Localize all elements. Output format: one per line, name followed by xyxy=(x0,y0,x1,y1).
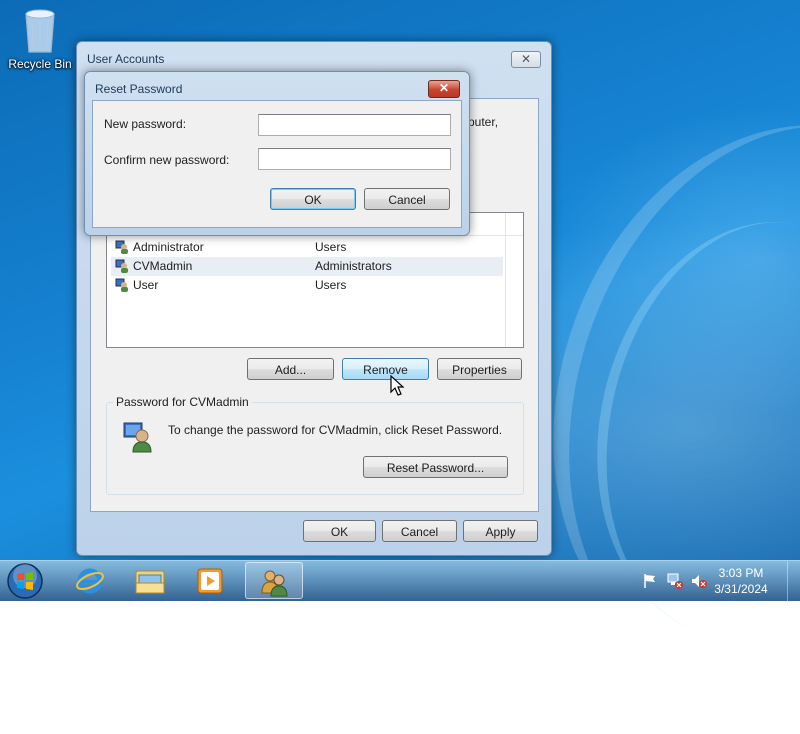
close-button[interactable]: ✕ xyxy=(511,51,541,68)
reset-password-button[interactable]: Reset Password... xyxy=(363,456,508,478)
windows-explorer-icon xyxy=(135,570,165,594)
close-button[interactable]: ✕ xyxy=(428,80,460,98)
table-row[interactable]: Administrator Users xyxy=(111,238,503,257)
confirm-password-field[interactable] xyxy=(258,148,451,170)
user-name: User xyxy=(133,278,159,292)
apply-button[interactable]: Apply xyxy=(463,520,538,542)
dialog-title: Reset Password xyxy=(95,82,183,96)
new-password-label: New password: xyxy=(104,117,187,131)
user-accounts-icon xyxy=(261,570,288,597)
recycle-bin[interactable]: Recycle Bin xyxy=(6,6,74,71)
cancel-button[interactable]: Cancel xyxy=(364,188,450,210)
remove-button[interactable]: Remove xyxy=(342,358,429,380)
clock-date: 3/31/2024 xyxy=(714,582,768,596)
taskbar-user-accounts[interactable] xyxy=(245,562,303,599)
recycle-bin-icon xyxy=(25,9,55,53)
password-group: Password for CVMadmin To change the pass… xyxy=(106,395,524,495)
user-group: Users xyxy=(315,278,347,292)
new-password-field[interactable] xyxy=(258,114,451,136)
partial-description: puter, xyxy=(468,115,499,129)
mouse-cursor-icon xyxy=(390,375,405,396)
user-icon xyxy=(115,259,128,273)
user-icon xyxy=(115,278,128,292)
start-orb[interactable] xyxy=(6,562,44,600)
properties-button[interactable]: Properties xyxy=(437,358,522,380)
close-icon: ✕ xyxy=(438,81,450,95)
internet-explorer-icon xyxy=(76,568,104,594)
network-disconnected-icon[interactable] xyxy=(666,572,684,590)
password-group-label: Password for CVMadmin xyxy=(113,395,252,409)
taskbar-internet-explorer[interactable] xyxy=(61,562,119,599)
clock-time: 3:03 PM xyxy=(718,566,764,580)
ok-button[interactable]: OK xyxy=(270,188,356,210)
taskbar-windows-explorer[interactable] xyxy=(121,562,179,599)
cancel-button[interactable]: Cancel xyxy=(382,520,457,542)
user-icon xyxy=(123,422,152,453)
table-row[interactable]: CVMadmin Administrators xyxy=(111,257,503,276)
show-desktop-button[interactable] xyxy=(787,561,800,601)
confirm-password-label: Confirm new password: xyxy=(104,153,230,167)
password-instruction: To change the password for CVMadmin, cli… xyxy=(168,423,503,437)
close-icon: ✕ xyxy=(520,52,532,66)
user-icon xyxy=(115,240,128,254)
user-name: CVMadmin xyxy=(133,259,193,273)
taskbar-media-player[interactable] xyxy=(181,562,239,599)
action-center-flag-icon[interactable] xyxy=(642,573,658,589)
user-name: Administrator xyxy=(133,240,204,254)
user-group: Administrators xyxy=(315,259,392,273)
add-button[interactable]: Add... xyxy=(247,358,334,380)
media-player-icon xyxy=(197,568,223,594)
clock[interactable]: 3:03 PM 3/31/2024 xyxy=(706,565,776,597)
taskbar: 3:03 PM 3/31/2024 xyxy=(0,560,800,601)
user-group: Users xyxy=(315,240,347,254)
table-row[interactable]: User Users xyxy=(111,276,503,295)
scrollbar-track[interactable] xyxy=(505,213,523,347)
recycle-bin-label: Recycle Bin xyxy=(8,57,72,71)
dialog-body: New password: Confirm new password: OK C… xyxy=(92,100,462,228)
reset-password-dialog: Reset Password ✕ New password: Confirm n… xyxy=(84,71,470,236)
ok-button[interactable]: OK xyxy=(303,520,376,542)
window-title: User Accounts xyxy=(87,52,165,66)
